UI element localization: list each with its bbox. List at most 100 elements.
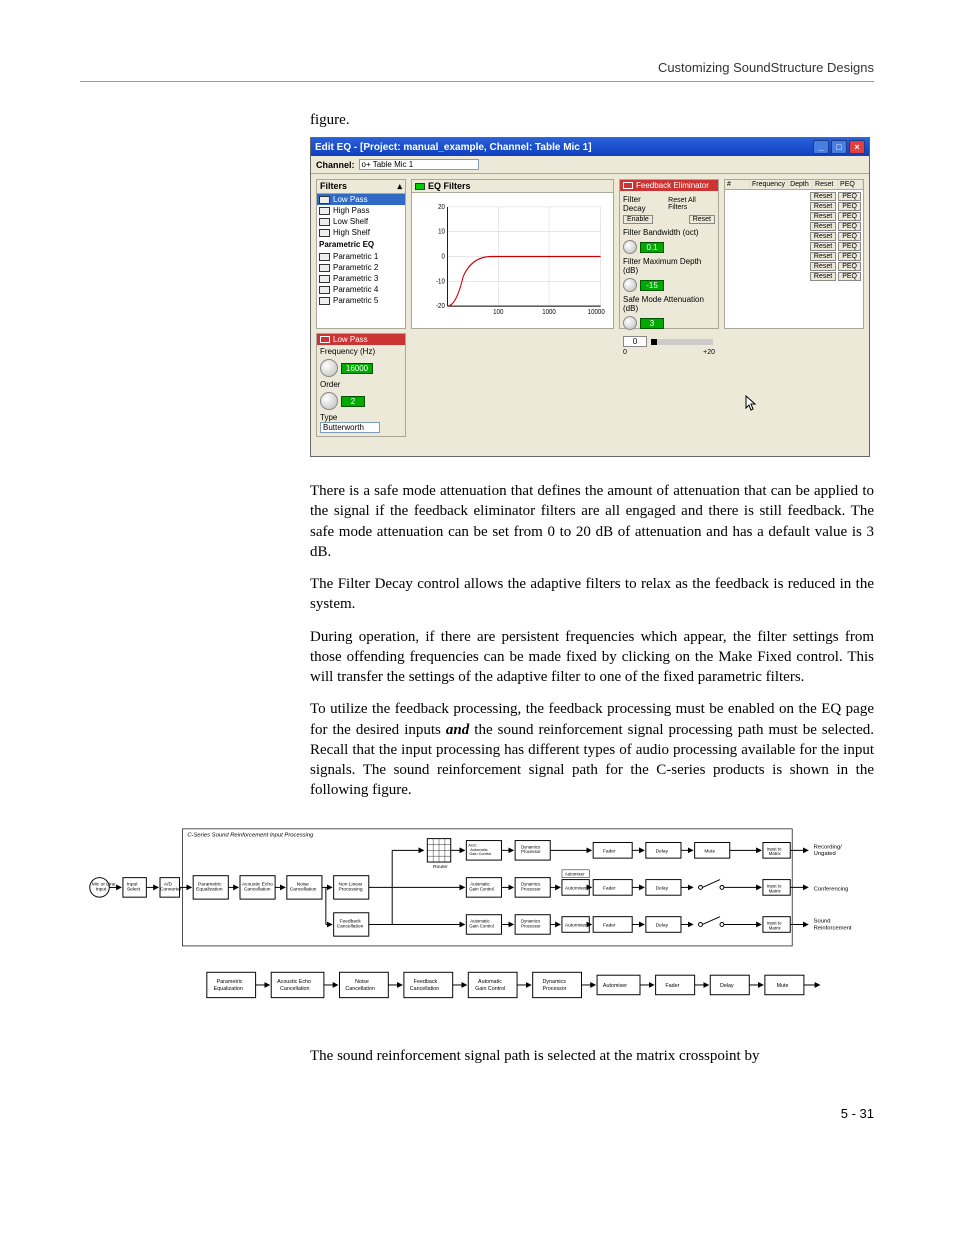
svg-text:DynamicsProcessor: DynamicsProcessor [521, 918, 541, 928]
filter-item-parametric-3[interactable]: Parametric 3 [317, 273, 405, 284]
svg-text:Automixer: Automixer [565, 885, 587, 891]
peq-row-button[interactable]: PEQ [838, 242, 861, 251]
filter-item-high-shelf[interactable]: High Shelf [317, 227, 405, 238]
peq-row-button[interactable]: PEQ [838, 192, 861, 201]
lowpass-title: Low Pass [317, 334, 405, 345]
eq-graph[interactable]: 20 10 0 -10 -20 100 1000 10000 [412, 193, 613, 328]
bandwidth-knob[interactable] [623, 240, 637, 254]
peq-row-button[interactable]: PEQ [838, 222, 861, 231]
eq-editor-window: Edit EQ - [Project: manual_example, Chan… [310, 137, 870, 457]
order-label: Order [320, 380, 402, 389]
filter-item-parametric-4[interactable]: Parametric 4 [317, 284, 405, 295]
bandwidth-value[interactable]: 0.1 [640, 242, 664, 253]
safemode-knob[interactable] [623, 316, 637, 330]
freq-knob[interactable] [320, 359, 338, 377]
attenuation-meter [651, 339, 713, 345]
maximize-button[interactable]: □ [831, 140, 847, 154]
reset-button[interactable]: Reset [689, 215, 715, 224]
lowpass-panel: Low Pass Frequency (Hz) 16000 Order 2 Ty… [316, 333, 406, 437]
col-num: # [725, 180, 750, 189]
window-titlebar: Edit EQ - [Project: manual_example, Chan… [311, 138, 869, 156]
filters-list[interactable]: Low Pass High Pass Low Shelf High Shelf … [317, 194, 405, 306]
maxdepth-knob[interactable] [623, 278, 637, 292]
filter-table-row: ResetPEQ [727, 242, 861, 251]
reset-row-button[interactable]: Reset [810, 192, 836, 201]
svg-text:Mute: Mute [704, 848, 715, 854]
type-label: Type [320, 413, 402, 422]
filter-table-row: ResetPEQ [727, 222, 861, 231]
svg-text:Input toMatrix: Input toMatrix [767, 846, 782, 856]
meter-low: 0 [623, 349, 627, 356]
filter-item-parametric-5[interactable]: Parametric 5 [317, 295, 405, 306]
reset-row-button[interactable]: Reset [810, 242, 836, 251]
reset-row-button[interactable]: Reset [810, 222, 836, 231]
graph-title: EQ Filters [428, 181, 471, 191]
safemode-label: Safe Mode Attenuation (dB) [623, 295, 715, 313]
svg-text:DynamicsProcessor: DynamicsProcessor [521, 881, 541, 891]
reset-row-button[interactable]: Reset [810, 272, 836, 281]
filter-item-low-pass[interactable]: Low Pass [317, 194, 405, 205]
channel-select[interactable]: o+ Table Mic 1 [359, 159, 479, 170]
scroll-up-icon[interactable]: ▴ [397, 181, 402, 192]
svg-text:Fader: Fader [603, 885, 616, 891]
svg-text:Acoustic EchoCancellation: Acoustic EchoCancellation [277, 979, 311, 992]
filter-label: Parametric 1 [333, 252, 378, 261]
peq-row-button[interactable]: PEQ [838, 232, 861, 241]
order-knob[interactable] [320, 392, 338, 410]
svg-text:Input toMatrix: Input toMatrix [767, 920, 782, 930]
safemode-value[interactable]: 3 [640, 318, 664, 329]
col-freq: Frequency [750, 180, 788, 189]
order-value[interactable]: 2 [341, 396, 365, 407]
graph-icon [415, 183, 425, 190]
filters-header: Filters [320, 181, 347, 192]
svg-text:Automixer: Automixer [565, 871, 585, 876]
filter-item-parametric-2[interactable]: Parametric 2 [317, 262, 405, 273]
filter-label: High Shelf [333, 228, 370, 237]
svg-text:AutomaticGain Control: AutomaticGain Control [469, 918, 494, 928]
svg-text:10: 10 [438, 228, 445, 235]
col-depth: Depth [788, 180, 813, 189]
lowpass-title-label: Low Pass [333, 335, 368, 344]
filter-item-high-pass[interactable]: High Pass [317, 205, 405, 216]
paragraph-4: To utilize the feedback processing, the … [310, 699, 874, 800]
filter-label: High Pass [333, 206, 369, 215]
peq-row-button[interactable]: PEQ [838, 202, 861, 211]
figure-label: figure. [310, 112, 874, 129]
freq-value[interactable]: 16000 [341, 363, 373, 374]
svg-text:1000: 1000 [542, 309, 556, 316]
peq-row-button[interactable]: PEQ [838, 272, 861, 281]
reset-row-button[interactable]: Reset [810, 202, 836, 211]
filter-item-low-shelf[interactable]: Low Shelf [317, 216, 405, 227]
peq-row-button[interactable]: PEQ [838, 212, 861, 221]
peq-row-button[interactable]: PEQ [838, 262, 861, 271]
filter-icon [319, 275, 330, 283]
filter-label: Low Pass [333, 195, 368, 204]
group-label: C-Series Sound Reinforcement Input Proce… [187, 832, 314, 838]
channel-label: Channel: [316, 160, 355, 170]
reset-row-button[interactable]: Reset [810, 212, 836, 221]
paragraph-5: The sound reinforcement signal path is s… [310, 1046, 874, 1066]
page-header: Customizing SoundStructure Designs [80, 60, 874, 82]
peq-row-button[interactable]: PEQ [838, 252, 861, 261]
filter-table-row: ResetPEQ [727, 272, 861, 281]
filters-panel: Filters ▴ Low Pass High Pass Low Shelf Hi… [316, 179, 406, 329]
filter-label: Parametric 5 [333, 296, 378, 305]
reset-row-button[interactable]: Reset [810, 232, 836, 241]
reset-row-button[interactable]: Reset [810, 262, 836, 271]
maxdepth-value[interactable]: -15 [640, 280, 664, 291]
type-select[interactable]: Butterworth [320, 422, 380, 433]
svg-text:Acoustic EchoCancellation: Acoustic EchoCancellation [242, 881, 273, 892]
close-button[interactable]: × [849, 140, 865, 154]
svg-text:InputSelect: InputSelect [127, 881, 141, 892]
paragraph-3: During operation, if there are persisten… [310, 627, 874, 688]
filter-item-parametric-1[interactable]: Parametric 1 [317, 251, 405, 262]
svg-text:NoiseCancellation: NoiseCancellation [345, 979, 375, 992]
reset-row-button[interactable]: Reset [810, 252, 836, 261]
minimize-button[interactable]: _ [813, 140, 829, 154]
filter-label: Parametric EQ [319, 240, 374, 249]
svg-text:Conferencing: Conferencing [814, 886, 849, 892]
svg-text:Automixer: Automixer [565, 922, 587, 928]
enable-button[interactable]: Enable [623, 215, 653, 224]
svg-text:Non LinearProcessing: Non LinearProcessing [339, 881, 363, 892]
filter-icon [320, 336, 330, 343]
